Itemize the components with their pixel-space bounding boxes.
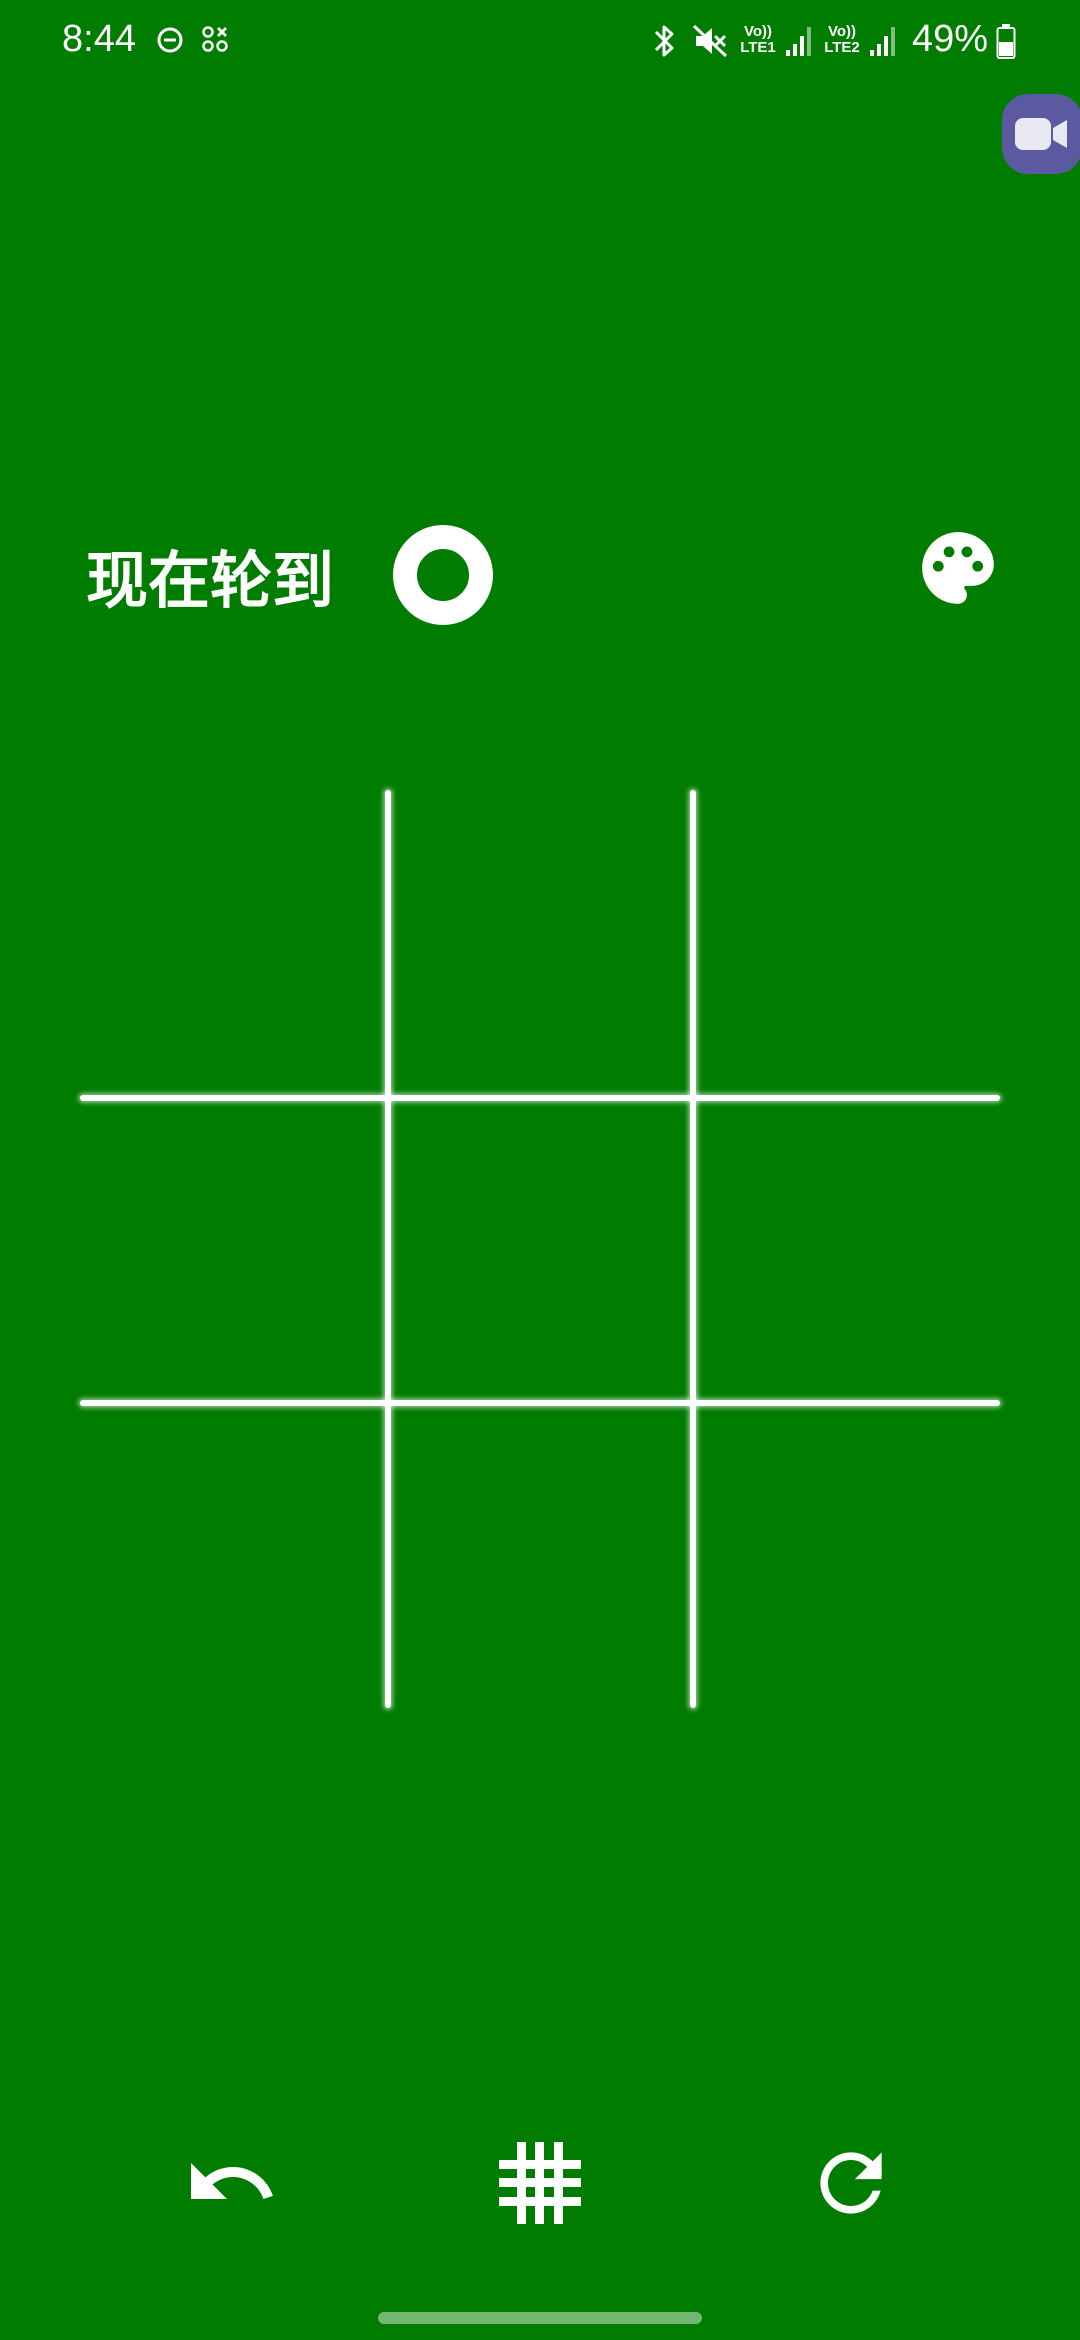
mute-icon [692,24,728,58]
game-board [80,790,1000,1710]
volte1-top: Vo)) [743,23,773,40]
status-time: 8:44 [62,18,136,60]
restart-button[interactable] [796,2128,906,2238]
palette-icon [922,532,994,604]
board-cell-0-2[interactable] [696,790,996,1090]
home-indicator[interactable] [378,2312,702,2324]
player-o-icon [393,525,493,625]
board-cell-2-2[interactable] [696,1406,996,1706]
battery-icon [996,24,1016,59]
volte2-label: Vo)) LTE2 [820,24,864,56]
board-cell-1-0[interactable] [80,1101,380,1401]
board-cell-0-0[interactable] [80,790,380,1090]
board-grid-button[interactable] [485,2128,595,2238]
restart-icon [820,2152,882,2214]
turn-label: 现在轮到 [86,544,335,617]
volte1-label: Vo)) LTE1 [736,24,780,56]
board-cell-1-1[interactable] [391,1101,691,1401]
undo-icon [191,2163,273,2199]
grid-icon [499,2142,581,2224]
volte2-bottom: LTE2 [824,39,860,56]
signal-icon [786,27,811,56]
board-cell-0-1[interactable] [391,790,691,1090]
video-camera-icon [1015,118,1067,150]
signal-icon [870,27,895,56]
bluetooth-icon [654,25,674,57]
board-cell-2-1[interactable] [391,1406,691,1706]
do-not-disturb-icon [157,27,183,53]
theme-palette-button[interactable] [912,522,1004,614]
status-bar: 8:44 Vo)) LTE1 Vo)) LTE2 49% [0,0,1080,80]
volte1-bottom: LTE1 [740,39,776,56]
app-notification-icon [202,26,228,52]
board-cell-1-2[interactable] [696,1101,996,1401]
floating-camera-button[interactable] [1002,94,1080,174]
undo-button[interactable] [176,2128,286,2238]
volte2-top: Vo)) [827,23,857,40]
board-cell-2-0[interactable] [80,1406,380,1706]
battery-percent: 49% [912,18,989,60]
